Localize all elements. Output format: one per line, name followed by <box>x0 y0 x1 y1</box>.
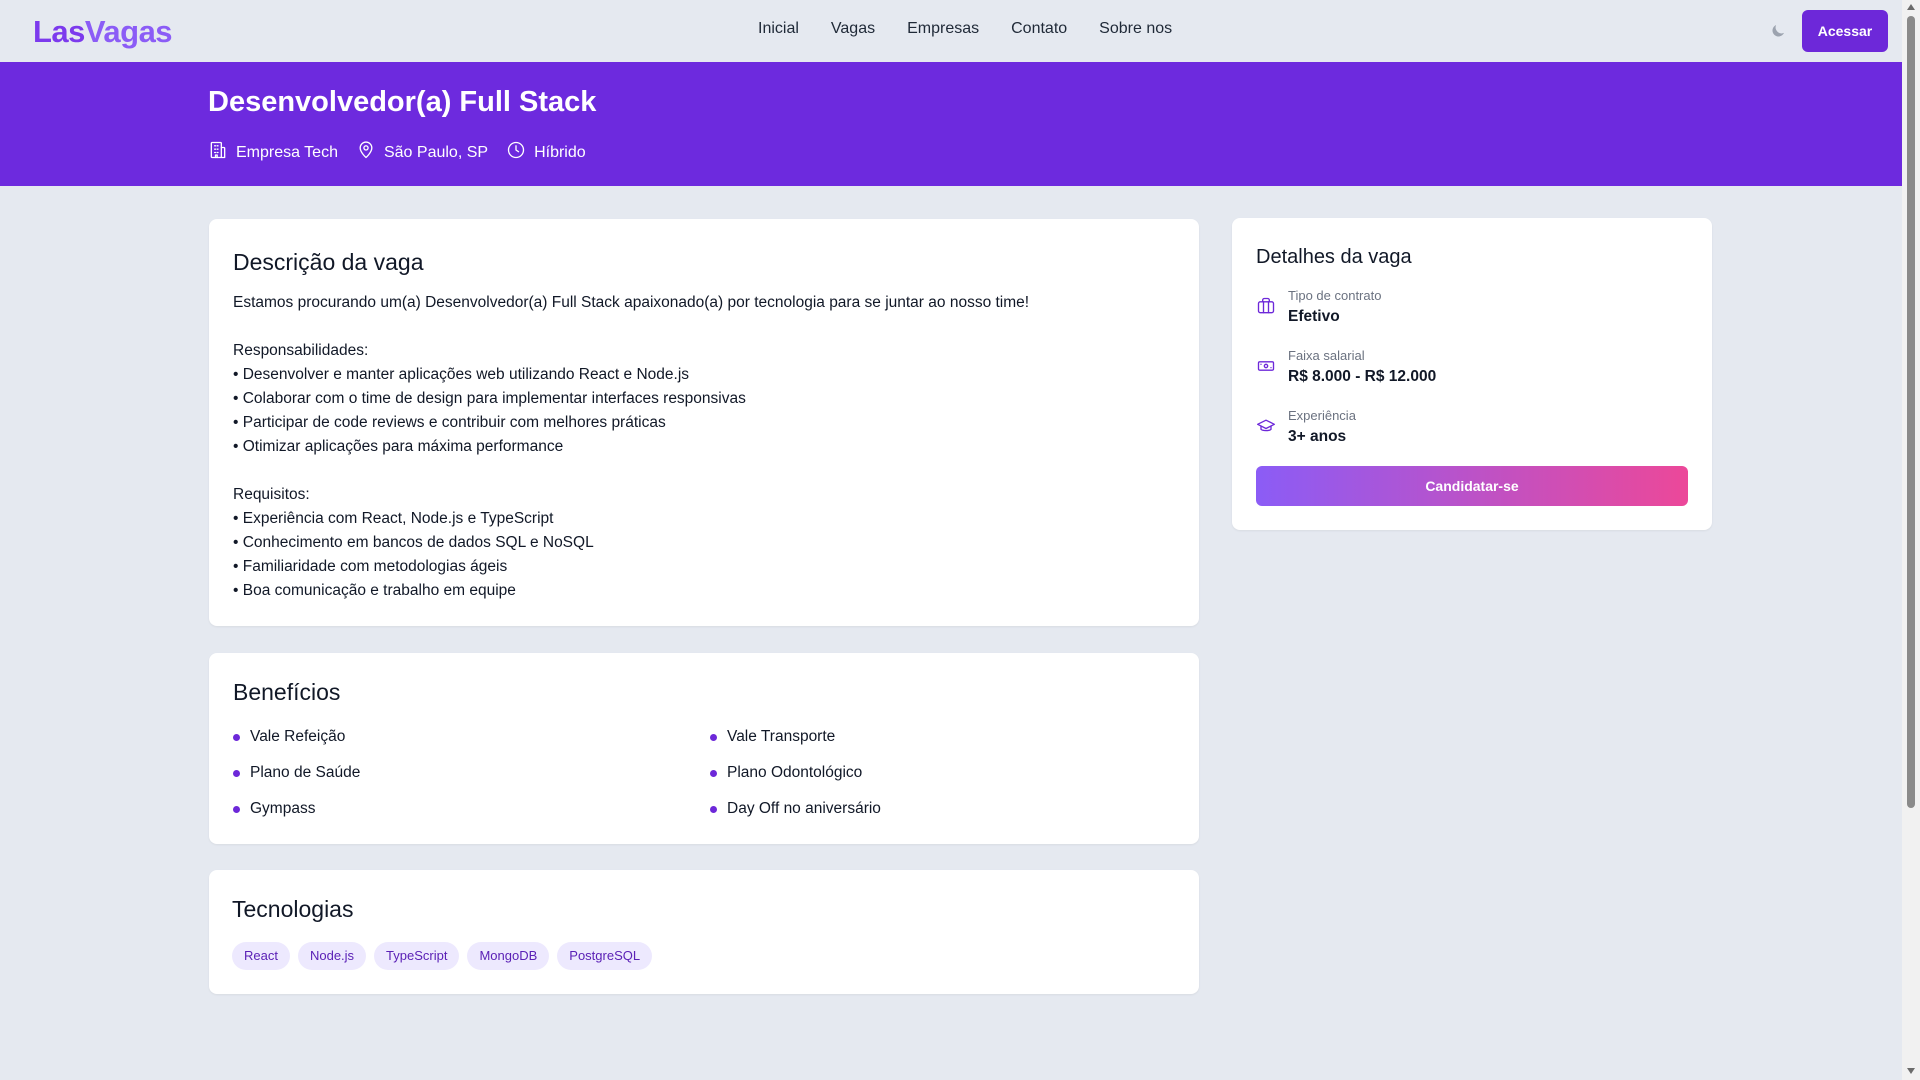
job-work-mode: Híbrido <box>506 140 586 165</box>
bullet-dot-icon <box>710 769 717 777</box>
tech-tag-typescript[interactable]: TypeScript <box>374 942 460 970</box>
nav-link-vagas[interactable]: Vagas <box>831 20 875 38</box>
technologies-title: Tecnologias <box>232 896 354 922</box>
page-title: Desenvolvedor(a) Full Stack <box>208 86 597 118</box>
description-card: Descrição da vaga Estamos procurando um(… <box>209 219 1199 626</box>
detail-salary: Faixa salarial R$ 8.000 - R$ 12.000 <box>1256 348 1436 388</box>
login-button[interactable]: Acessar <box>1802 10 1888 52</box>
work-mode-text: Híbrido <box>534 143 586 161</box>
briefcase-icon <box>1256 296 1276 321</box>
nav-link-contato[interactable]: Contato <box>1011 20 1067 38</box>
logo-part-vagas: Vagas <box>84 14 173 49</box>
detail-experience: Experiência 3+ anos <box>1256 408 1356 448</box>
details-title: Detalhes da vaga <box>1256 246 1412 268</box>
benefit-label: Plano de Saúde <box>250 764 361 781</box>
benefit-item: Gympass <box>233 797 710 821</box>
benefit-item: Vale Transporte <box>710 725 1170 749</box>
clock-icon <box>506 140 526 165</box>
job-company: Empresa Tech <box>208 140 338 165</box>
nav-link-sobre-nos[interactable]: Sobre nos <box>1099 20 1172 38</box>
benefits-card: Benefícios Vale Refeição Vale Transporte… <box>209 653 1199 844</box>
building-icon <box>208 140 228 165</box>
bullet-dot-icon <box>233 733 240 741</box>
salary-label: Faixa salarial <box>1288 348 1365 363</box>
scrollbar-thumb[interactable] <box>1907 16 1915 808</box>
main-nav: Inicial Vagas Empresas Contato Sobre nos <box>758 20 1172 38</box>
contract-label: Tipo de contrato <box>1288 288 1382 303</box>
experience-value: 3+ anos <box>1288 428 1347 445</box>
experience-label: Experiência <box>1288 408 1356 423</box>
tech-tag-postgresql[interactable]: PostgreSQL <box>557 942 653 970</box>
job-location: São Paulo, SP <box>356 140 488 165</box>
top-navbar: LasVagas Inicial Vagas Empresas Contato … <box>0 0 1902 62</box>
bullet-dot-icon <box>233 769 240 777</box>
salary-value: R$ 8.000 - R$ 12.000 <box>1288 368 1437 385</box>
benefit-label: Gympass <box>250 800 316 817</box>
nav-link-empresas[interactable]: Empresas <box>907 20 979 38</box>
benefit-item: Day Off no aniversário <box>710 797 1170 821</box>
benefit-label: Vale Refeição <box>250 728 346 745</box>
tech-tag-react[interactable]: React <box>232 942 290 970</box>
benefit-item: Plano Odontológico <box>710 761 1170 785</box>
location-text: São Paulo, SP <box>383 143 489 161</box>
company-name: Empresa Tech <box>236 143 338 161</box>
logo[interactable]: LasVagas <box>33 14 173 50</box>
job-meta: Empresa Tech São Paulo, SP Híbrido <box>208 140 586 165</box>
technology-tags: React Node.js TypeScript MongoDB Postgre… <box>232 942 653 970</box>
map-pin-icon <box>356 140 376 165</box>
money-icon <box>1256 356 1276 381</box>
bullet-dot-icon <box>710 805 717 813</box>
graduation-cap-icon <box>1256 416 1276 441</box>
moon-icon[interactable] <box>1767 20 1789 42</box>
bullet-dot-icon <box>710 733 717 741</box>
job-details-card: Detalhes da vaga Tipo de contrato Efetiv… <box>1232 218 1712 530</box>
benefit-item: Plano de Saúde <box>233 761 710 785</box>
benefit-label: Plano Odontológico <box>727 764 863 781</box>
job-hero-banner: Desenvolvedor(a) Full Stack Empresa Tech… <box>0 62 1902 186</box>
benefits-list: Vale Refeição Vale Transporte Plano de S… <box>233 725 1173 821</box>
scroll-down-arrow-icon[interactable] <box>1907 1068 1915 1074</box>
description-text: Estamos procurando um(a) Desenvolvedor(a… <box>233 294 1030 599</box>
benefits-title: Benefícios <box>233 679 341 705</box>
apply-button[interactable]: Candidatar-se <box>1256 466 1688 506</box>
technologies-card: Tecnologias React Node.js TypeScript Mon… <box>209 870 1199 994</box>
bullet-dot-icon <box>233 805 240 813</box>
nav-link-inicial[interactable]: Inicial <box>758 20 799 38</box>
scroll-up-arrow-icon[interactable] <box>1907 4 1915 10</box>
detail-contract: Tipo de contrato Efetivo <box>1256 288 1381 328</box>
benefit-label: Vale Transporte <box>727 728 836 745</box>
benefit-item: Vale Refeição <box>233 725 710 749</box>
logo-part-las: Las <box>33 14 85 49</box>
description-title: Descrição da vaga <box>233 249 424 275</box>
page-scrollbar[interactable] <box>1902 0 1920 1080</box>
benefit-label: Day Off no aniversário <box>727 800 881 817</box>
tech-tag-nodejs[interactable]: Node.js <box>297 942 367 970</box>
tech-tag-mongodb[interactable]: MongoDB <box>467 942 550 970</box>
contract-value: Efetivo <box>1288 308 1340 325</box>
